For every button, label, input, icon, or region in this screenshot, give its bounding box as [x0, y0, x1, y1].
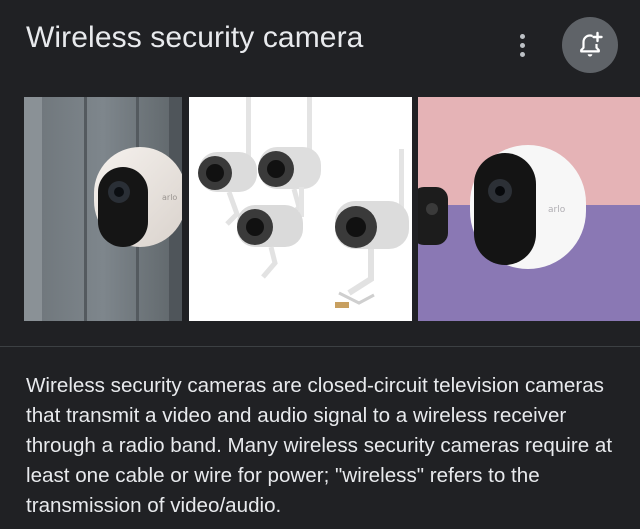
svg-text:arlo: arlo [162, 193, 177, 202]
knowledge-panel-header: Wireless security camera [0, 0, 640, 96]
create-alert-button[interactable] [562, 17, 618, 73]
image-thumbnail-1[interactable]: arlo [24, 97, 182, 321]
divider [0, 346, 640, 347]
page-title: Wireless security camera [26, 21, 364, 54]
description-text: Wireless security cameras are closed-cir… [26, 374, 613, 517]
image-carousel: arlo arlo [0, 97, 640, 321]
add-alert-bell-icon [580, 31, 603, 57]
svg-text:arlo: arlo [548, 205, 566, 215]
image-thumbnail-2[interactable] [189, 97, 412, 321]
more-options-icon[interactable] [512, 30, 532, 60]
image-thumbnail-3[interactable]: arlo [418, 97, 640, 321]
